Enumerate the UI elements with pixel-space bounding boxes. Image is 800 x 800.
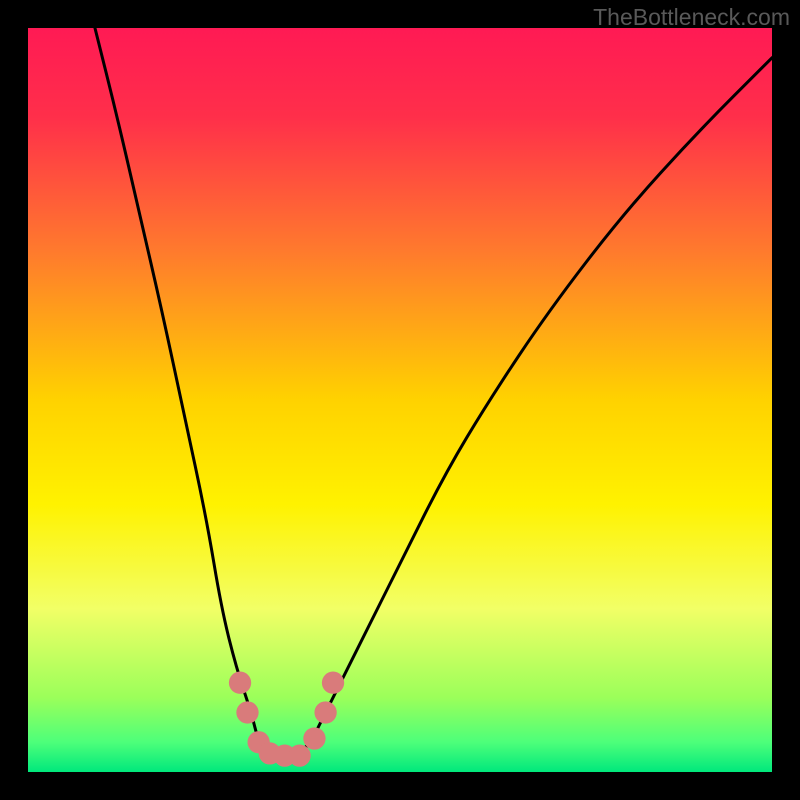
highlight-point-1 (236, 701, 258, 723)
highlight-point-8 (322, 672, 344, 694)
watermark-text: TheBottleneck.com (593, 4, 790, 31)
highlight-point-7 (314, 701, 336, 723)
plot-area (28, 28, 772, 772)
highlight-point-5 (288, 744, 310, 766)
chart-frame: TheBottleneck.com (0, 0, 800, 800)
highlight-point-0 (229, 672, 251, 694)
bottleneck-chart (0, 0, 800, 800)
highlight-point-6 (303, 727, 325, 749)
